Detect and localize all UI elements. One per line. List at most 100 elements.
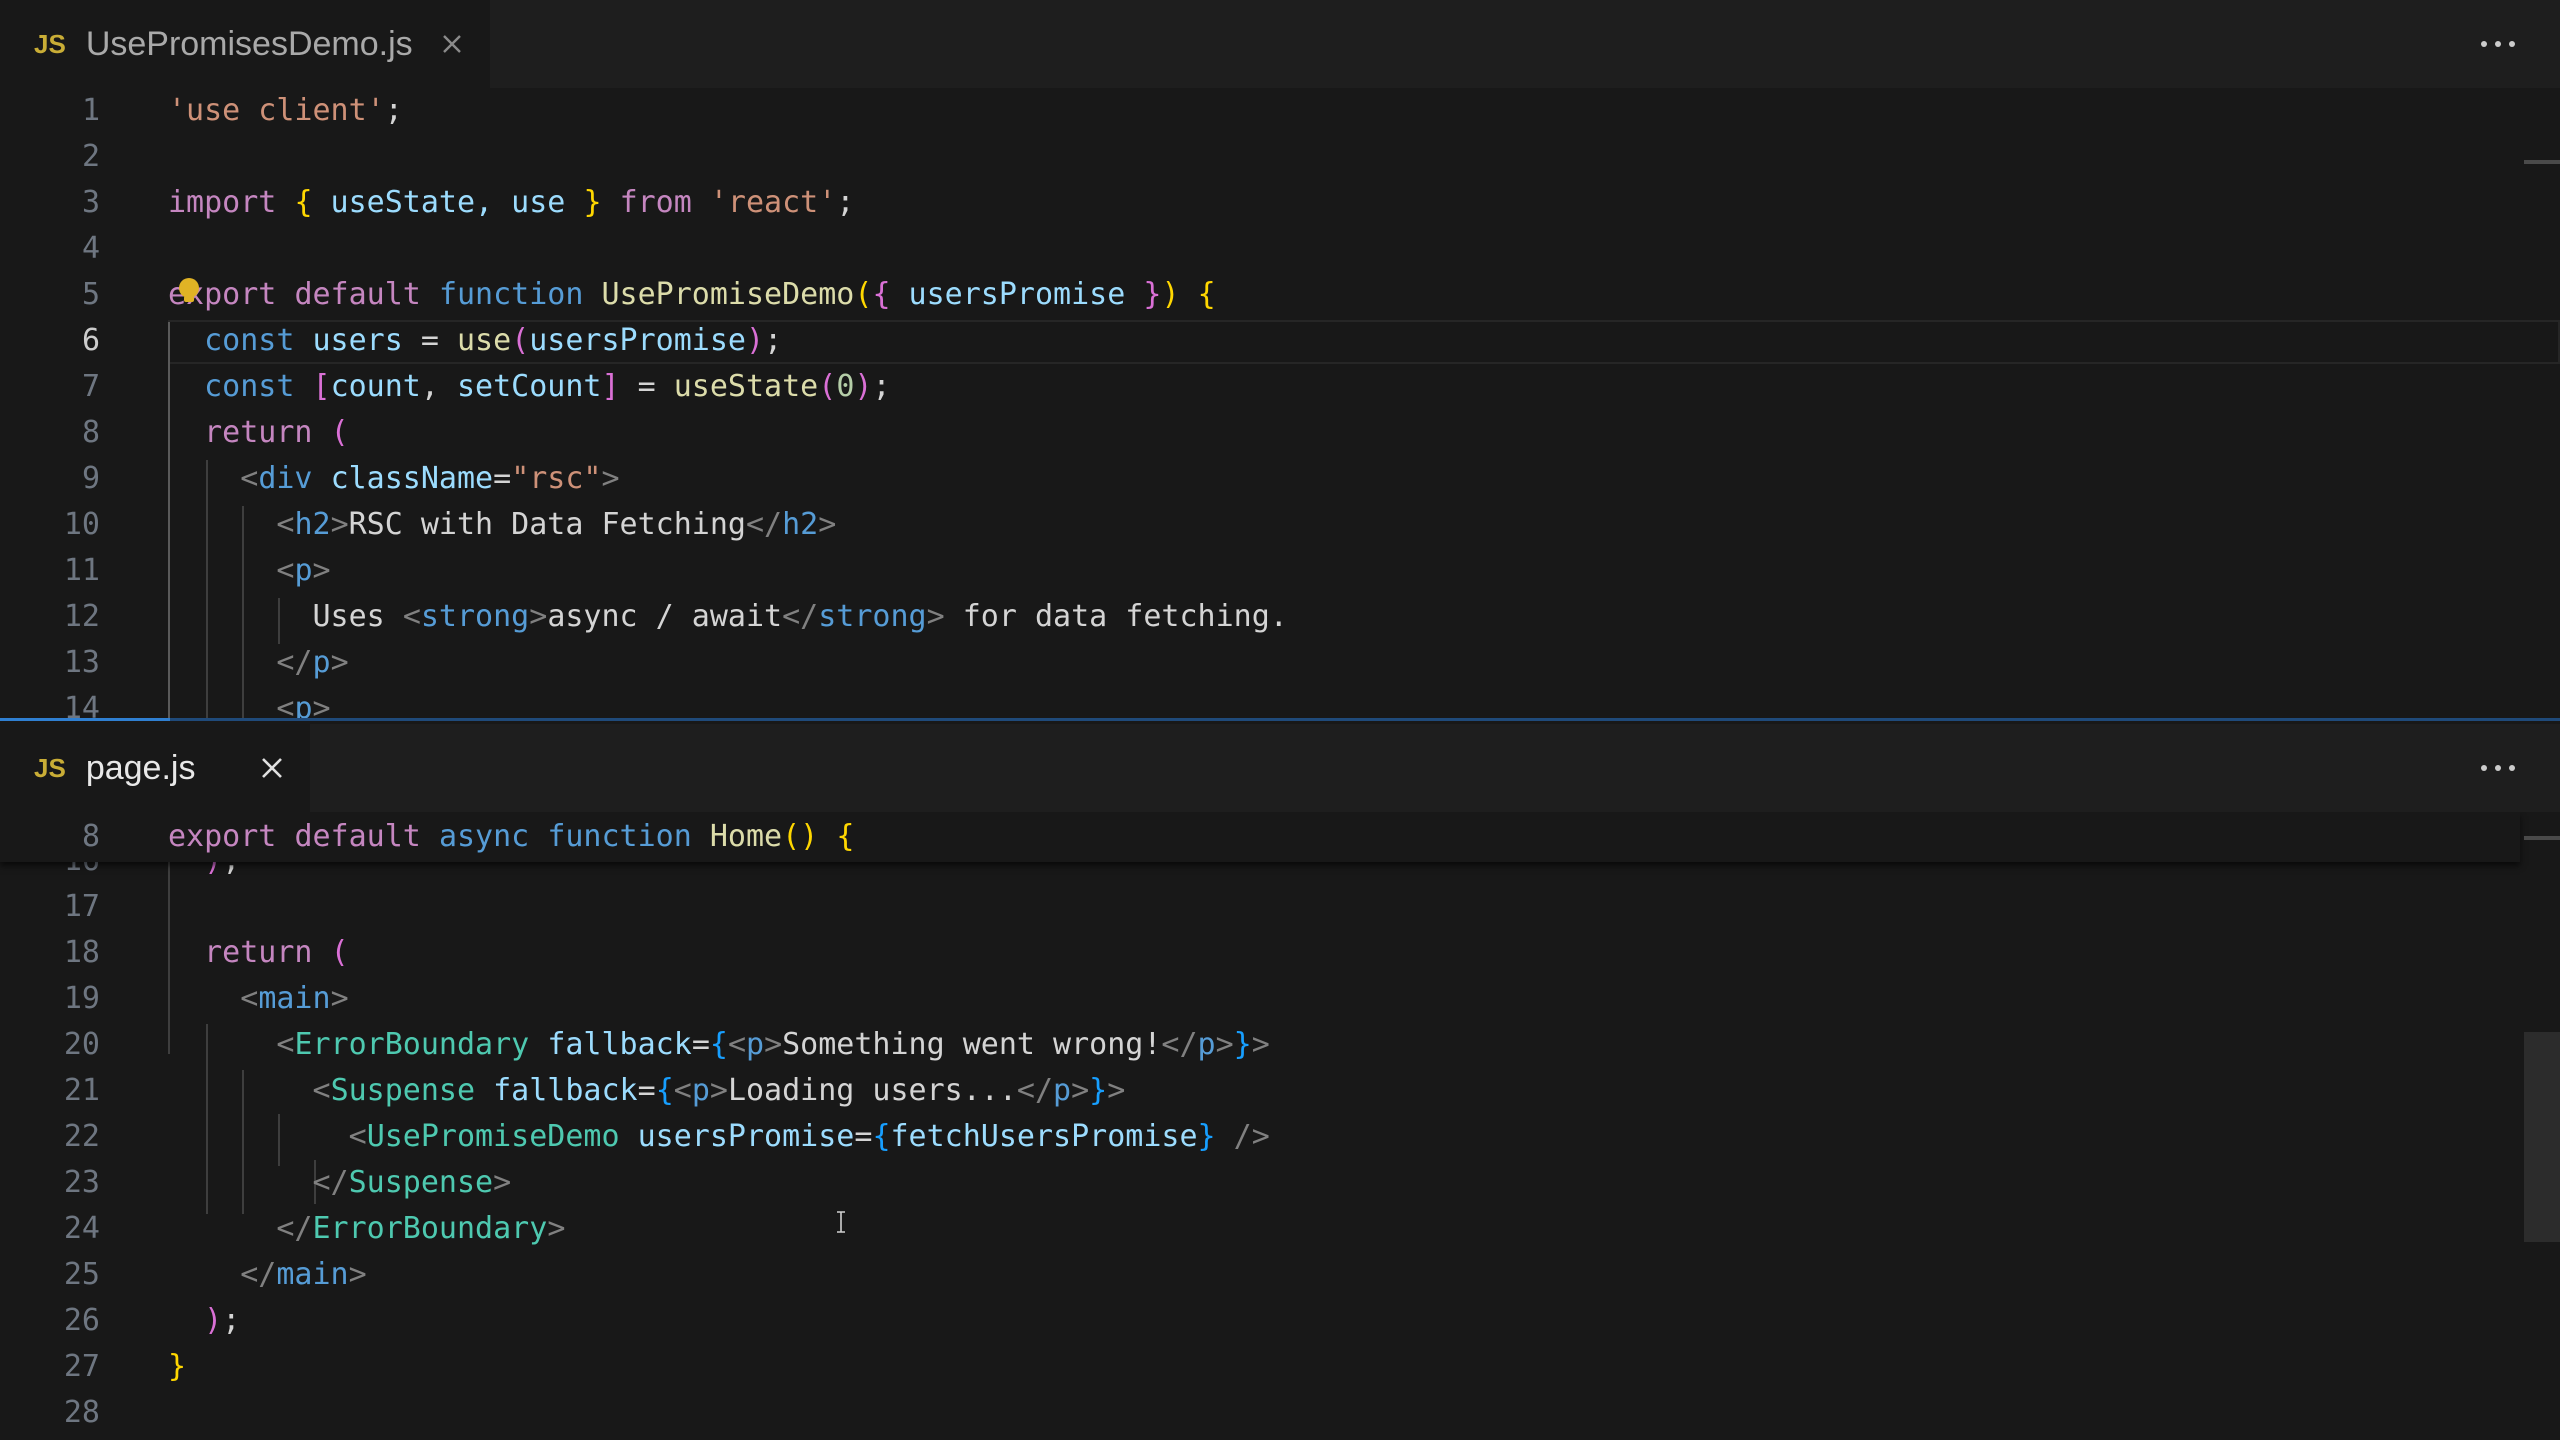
code-token: default [294, 819, 421, 854]
code-token: 'use client' [168, 93, 385, 128]
code-token: ErrorBoundary [312, 1211, 548, 1246]
code-token: count [330, 369, 421, 404]
code-token: </ [276, 645, 313, 680]
code-line: 22 <UsePromiseDemo usersPromise={fetchUs… [0, 1114, 2520, 1160]
code-token: } [1143, 277, 1162, 312]
tab-page-js[interactable]: JS page.js [0, 724, 310, 812]
more-actions-icon[interactable] [2476, 748, 2520, 788]
code-token: ; [222, 1303, 241, 1338]
line-number: 20 [63, 1027, 100, 1062]
code-editor-bottom[interactable]: 16 ); 17 18 return ( 19 <main> 20 <Error… [0, 724, 2560, 1440]
code-token: } [1233, 1027, 1252, 1062]
code-token: for data fetching. [944, 599, 1288, 634]
code-token: </ [240, 1257, 277, 1292]
code-token: /> [1215, 1119, 1270, 1154]
code-line: 24 </ErrorBoundary> [0, 1206, 2520, 1252]
code-token: > [926, 599, 945, 634]
line-number: 8 [81, 415, 100, 450]
code-token: function [547, 819, 692, 854]
line-number: 23 [63, 1165, 100, 1200]
code-token: p [691, 1073, 710, 1108]
code-line: 3 import { useState, use } from 'react'; [0, 180, 2520, 226]
code-token: fallback [493, 1073, 638, 1108]
code-token: < [312, 1073, 331, 1108]
code-line: 8 export default async function Home() { [0, 814, 2520, 860]
code-token: Loading users... [727, 1073, 1017, 1108]
code-token: () [782, 819, 819, 854]
code-token: Home [709, 819, 783, 854]
line-number: 14 [63, 691, 100, 720]
code-token: export [168, 819, 277, 854]
code-token: < [276, 507, 295, 542]
code-token: = [691, 1027, 710, 1062]
code-token: fetchUsersPromise [890, 1119, 1198, 1154]
editor-group-divider[interactable] [0, 718, 2560, 721]
scrollbar-thumb[interactable] [2524, 1032, 2560, 1242]
code-token: fallback [547, 1027, 692, 1062]
code-token: = [493, 461, 512, 496]
code-token: > [330, 981, 349, 1016]
code-token: ( [330, 415, 349, 450]
code-token: p [294, 553, 313, 588]
code-token: main [276, 1257, 349, 1292]
code-token: Suspense [348, 1165, 494, 1200]
line-number: 12 [63, 599, 100, 634]
line-number: 19 [63, 981, 100, 1016]
code-token: { [1197, 277, 1216, 312]
code-token: main [258, 981, 331, 1016]
code-token: Something went wrong! [782, 1027, 1162, 1062]
code-editor-top[interactable]: 1 'use client'; 2 3 import { useState, u… [0, 0, 2560, 720]
code-token: strong [420, 599, 530, 634]
line-number: 17 [63, 889, 100, 924]
code-token: strong [818, 599, 927, 634]
line-number: 26 [63, 1303, 100, 1338]
code-token: p [746, 1027, 765, 1062]
code-token: , [420, 369, 457, 404]
line-number: 24 [63, 1211, 100, 1246]
code-token: ) [1161, 277, 1180, 312]
code-token: < [276, 553, 295, 588]
code-token: { [836, 819, 855, 854]
code-token: RSC with Data Fetching [348, 507, 746, 542]
code-token: > [1251, 1027, 1270, 1062]
line-number: 18 [63, 935, 100, 970]
code-token: </ [782, 599, 819, 634]
line-number: 11 [63, 553, 100, 588]
code-token: className [330, 461, 494, 496]
code-token: > [1107, 1073, 1126, 1108]
code-token: < [673, 1073, 692, 1108]
line-number: 7 [81, 369, 100, 404]
code-token: { [872, 1119, 891, 1154]
code-token: [ [312, 369, 331, 404]
code-token: p [1197, 1027, 1216, 1062]
bottom-tab-bar: JS page.js [0, 724, 2560, 812]
code-token: ( [818, 369, 837, 404]
bottom-editor-group: 16 ); 17 18 return ( 19 <main> 20 <Error… [0, 724, 2560, 1440]
sticky-scroll-header[interactable]: 8 export default async function Home() { [0, 812, 2520, 862]
line-number: 1 [81, 93, 100, 128]
code-token: ] [601, 369, 620, 404]
line-number: 28 [63, 1395, 100, 1430]
code-line: 1 'use client'; [0, 88, 2520, 134]
code-token: setCount [457, 369, 602, 404]
code-token: < [240, 981, 259, 1016]
overview-ruler-marker [2524, 836, 2560, 840]
code-token: > [1071, 1073, 1090, 1108]
code-line: 2 [0, 134, 2520, 180]
code-token: > [547, 1211, 566, 1246]
code-token: ) [746, 323, 765, 358]
code-token: > [818, 507, 837, 542]
code-line: 13 </p> [0, 640, 2520, 686]
code-token: > [493, 1165, 512, 1200]
code-token: h2 [294, 507, 331, 542]
close-icon[interactable] [252, 748, 292, 788]
code-token: > [764, 1027, 783, 1062]
code-line: 27 } [0, 1344, 2520, 1390]
top-editor-group: JS UsePromisesDemo.js 1 'use client'; 2 … [0, 0, 2560, 720]
lightbulb-icon[interactable] [176, 277, 202, 305]
line-number: 6 [81, 323, 100, 358]
code-token: return [204, 415, 313, 450]
line-number: 8 [81, 819, 100, 854]
code-token: </ [1161, 1027, 1198, 1062]
code-token: p [312, 645, 331, 680]
